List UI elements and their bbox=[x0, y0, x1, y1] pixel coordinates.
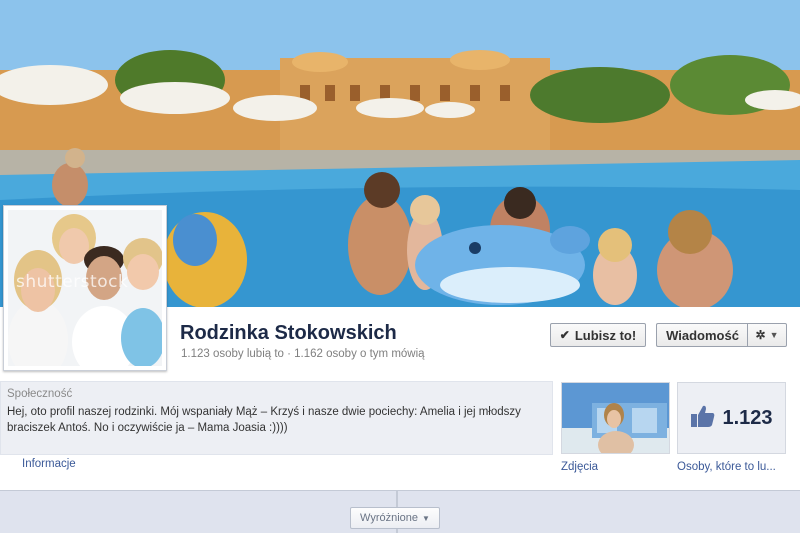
likes-count: 1.123 bbox=[722, 406, 773, 429]
message-button-label: Wiadomość bbox=[666, 327, 739, 343]
facebook-page: shutterstock Rodzinka Stokowskich 1.123 … bbox=[0, 0, 800, 533]
profile-picture[interactable]: shutterstock bbox=[3, 205, 167, 371]
settings-dropdown-button[interactable]: ✲ ▼ bbox=[747, 323, 787, 347]
info-link[interactable]: Informacje bbox=[22, 458, 76, 470]
photos-app-label[interactable]: Zdjęcia bbox=[561, 461, 598, 473]
photos-app-thumbnail[interactable] bbox=[561, 382, 670, 454]
like-button[interactable]: ✔ Lubisz to! bbox=[550, 323, 646, 347]
likes-app-label[interactable]: Osoby, które to lu... bbox=[677, 461, 787, 473]
photos-thumbnail-illustration bbox=[562, 383, 669, 453]
thumbs-up-icon bbox=[690, 404, 716, 432]
gear-icon: ✲ bbox=[755, 328, 766, 342]
message-button[interactable]: Wiadomość bbox=[656, 323, 748, 347]
like-button-label: Lubisz to! bbox=[574, 327, 637, 343]
caret-down-icon: ▼ bbox=[422, 513, 430, 523]
about-text: Hej, oto profil naszej rodzinki. Mój wsp… bbox=[7, 406, 521, 434]
check-icon: ✔ bbox=[559, 328, 570, 342]
highlights-label: Wyróżnione bbox=[360, 512, 419, 524]
likes-app-thumbnail[interactable]: 1.123 bbox=[677, 382, 786, 454]
page-stats: 1.123 osoby lubią to · 1.162 osoby o tym… bbox=[181, 348, 425, 360]
caret-down-icon: ▼ bbox=[769, 330, 779, 340]
about-box[interactable]: Społeczność Hej, oto profil naszej rodzi… bbox=[0, 381, 553, 455]
highlights-dropdown-button[interactable]: Wyróżnione ▼ bbox=[350, 507, 440, 529]
page-category: Społeczność bbox=[7, 388, 73, 400]
profile-photo: shutterstock bbox=[8, 210, 162, 366]
page-title[interactable]: Rodzinka Stokowskich bbox=[180, 322, 397, 345]
watermark-text: shutterstock bbox=[16, 272, 129, 292]
